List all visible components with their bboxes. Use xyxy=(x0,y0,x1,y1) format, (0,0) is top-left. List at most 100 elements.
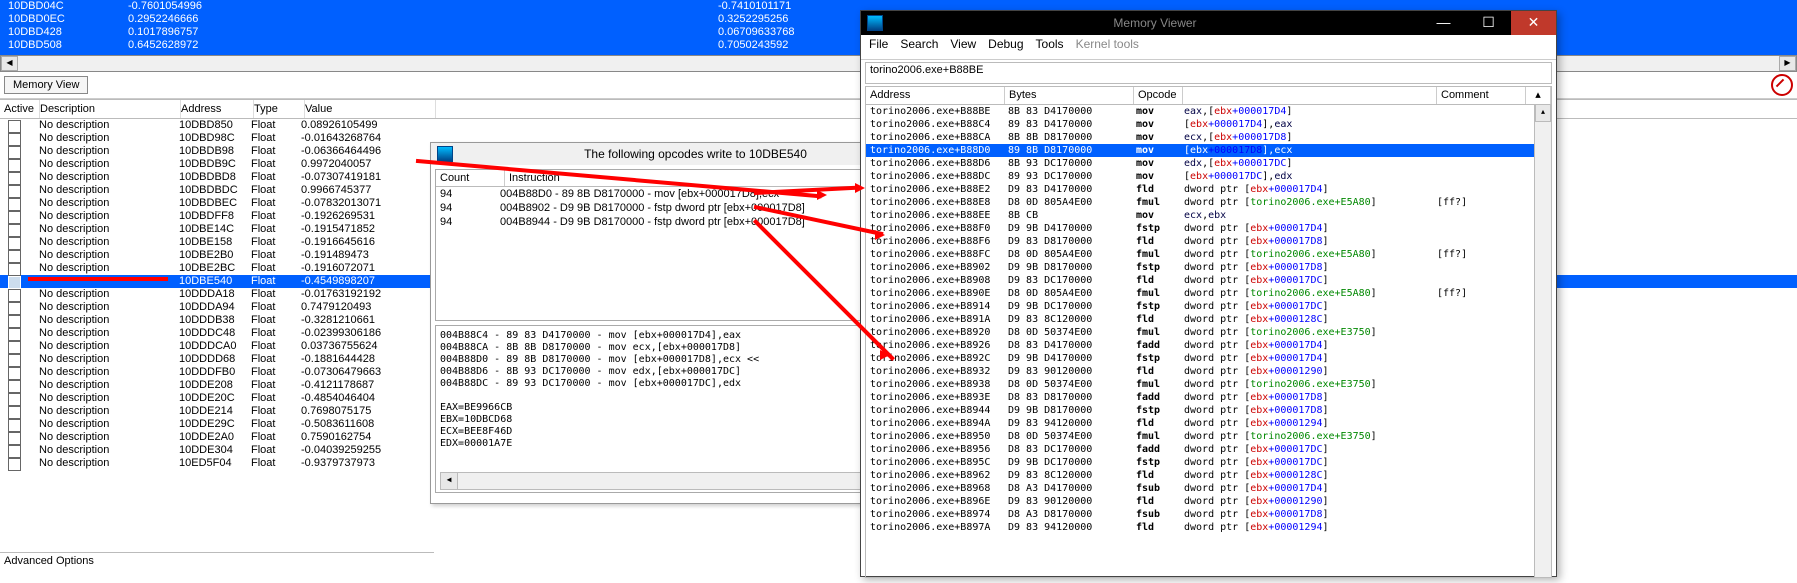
row-type[interactable]: Float xyxy=(251,288,301,301)
menu-item[interactable]: Debug xyxy=(988,37,1023,57)
disasm-row[interactable]: torino2006.exe+B88E2D9 83 D4170000flddwo… xyxy=(866,183,1551,196)
row-type[interactable]: Float xyxy=(251,405,301,418)
maximize-button[interactable]: ☐ xyxy=(1466,11,1511,35)
row-value[interactable]: -0.1916072071 xyxy=(301,262,431,275)
row-address[interactable]: 10DDDD68 xyxy=(179,353,251,366)
disasm-row[interactable]: torino2006.exe+B8968D8 A3 D4170000fsubdw… xyxy=(866,482,1551,495)
row-type[interactable]: Float xyxy=(251,119,301,132)
menu-item[interactable]: Tools xyxy=(1036,37,1064,57)
row-address[interactable]: 10DDE20C xyxy=(179,392,251,405)
row-address[interactable]: 10DDE29C xyxy=(179,418,251,431)
row-type[interactable]: Float xyxy=(251,184,301,197)
disasm-row[interactable]: torino2006.exe+B88DC89 93 DC170000mov[eb… xyxy=(866,170,1551,183)
row-address[interactable]: 10DDE208 xyxy=(179,379,251,392)
disasm-row[interactable]: torino2006.exe+B896ED9 83 90120000flddwo… xyxy=(866,495,1551,508)
row-address[interactable]: 10DBE158 xyxy=(179,236,251,249)
row-type[interactable]: Float xyxy=(251,457,301,470)
row-value[interactable]: -0.1915471852 xyxy=(301,223,431,236)
disasm-row[interactable]: torino2006.exe+B88FCD8 0D 805A4E00fmuldw… xyxy=(866,248,1551,261)
row-value[interactable]: -0.07307419181 xyxy=(301,171,431,184)
disasm-row[interactable]: torino2006.exe+B8950D8 0D 50374E00fmuldw… xyxy=(866,430,1551,443)
row-description[interactable]: No description xyxy=(39,197,179,210)
disasm-row[interactable]: torino2006.exe+B8944D9 9B D8170000fstpdw… xyxy=(866,404,1551,417)
memory-view-button[interactable]: Memory View xyxy=(4,76,88,94)
row-type[interactable]: Float xyxy=(251,418,301,431)
row-address[interactable]: 10ED5F04 xyxy=(179,457,251,470)
row-address[interactable]: 10DDDA18 xyxy=(179,288,251,301)
disasm-row[interactable]: torino2006.exe+B88EE8B CBmovecx,ebx xyxy=(866,209,1551,222)
mv-col-opcode[interactable]: Opcode xyxy=(1134,87,1183,104)
disasm-row[interactable]: torino2006.exe+B8920D8 0D 50374E00fmuldw… xyxy=(866,326,1551,339)
row-description[interactable]: No description xyxy=(39,340,179,353)
row-value[interactable]: -0.4121178687 xyxy=(301,379,431,392)
row-value[interactable]: -0.07306479663 xyxy=(301,366,431,379)
row-description[interactable]: No description xyxy=(39,145,179,158)
disasm-row[interactable]: torino2006.exe+B88CA8B 8B D8170000movecx… xyxy=(866,131,1551,144)
row-description[interactable]: No description xyxy=(39,353,179,366)
row-type[interactable]: Float xyxy=(251,314,301,327)
row-address[interactable]: 10DDE214 xyxy=(179,405,251,418)
disasm-row[interactable]: torino2006.exe+B88E8D8 0D 805A4E00fmuldw… xyxy=(866,196,1551,209)
disasm-row[interactable]: torino2006.exe+B88BE8B 83 D4170000moveax… xyxy=(866,105,1551,118)
disasm-row[interactable]: torino2006.exe+B895CD9 9B DC170000fstpdw… xyxy=(866,456,1551,469)
disasm-row[interactable]: torino2006.exe+B88F6D9 83 D8170000flddwo… xyxy=(866,235,1551,248)
disasm-row[interactable]: torino2006.exe+B8962D9 83 8C120000flddwo… xyxy=(866,469,1551,482)
row-type[interactable]: Float xyxy=(251,301,301,314)
row-value[interactable]: -0.02399306186 xyxy=(301,327,431,340)
row-description[interactable]: No description xyxy=(39,418,179,431)
disasm-row[interactable]: torino2006.exe+B894AD9 83 94120000flddwo… xyxy=(866,417,1551,430)
row-value[interactable]: -0.1926269531 xyxy=(301,210,431,223)
row-value[interactable]: -0.5083611608 xyxy=(301,418,431,431)
row-value[interactable]: -0.01643268764 xyxy=(301,132,431,145)
row-address[interactable]: 10DDE2A0 xyxy=(179,431,251,444)
mv-disassembly[interactable]: Address Bytes Opcode Comment ▴ torino200… xyxy=(865,86,1552,578)
col-active[interactable]: Active xyxy=(0,100,40,118)
row-value[interactable]: -0.06366464496 xyxy=(301,145,431,158)
menu-item[interactable]: File xyxy=(869,37,888,57)
col-type[interactable]: Type xyxy=(254,100,305,118)
row-description[interactable]: No description xyxy=(39,405,179,418)
row-description[interactable]: No description xyxy=(39,379,179,392)
close-button[interactable]: ✕ xyxy=(1511,11,1556,35)
row-type[interactable]: Float xyxy=(251,353,301,366)
mv-vscroll[interactable]: ▴ xyxy=(1534,104,1551,577)
row-value[interactable]: 0.7590162754 xyxy=(301,431,431,444)
row-type[interactable]: Float xyxy=(251,444,301,457)
mv-scroll-up-icon[interactable]: ▴ xyxy=(1526,87,1551,104)
row-type[interactable]: Float xyxy=(251,262,301,275)
menu-item[interactable]: View xyxy=(950,37,976,57)
row-description[interactable]: No description xyxy=(39,210,179,223)
row-description[interactable]: No description xyxy=(39,223,179,236)
row-address[interactable]: 10DBDB9C xyxy=(179,158,251,171)
row-type[interactable]: Float xyxy=(251,327,301,340)
row-description[interactable]: No description xyxy=(39,119,179,132)
minimize-button[interactable]: — xyxy=(1421,11,1466,35)
row-description[interactable]: No description xyxy=(39,457,179,470)
row-description[interactable]: No description xyxy=(39,366,179,379)
menu-item[interactable]: Kernel tools xyxy=(1076,37,1139,57)
row-description[interactable]: No description xyxy=(39,262,179,275)
row-value[interactable]: -0.1916645616 xyxy=(301,236,431,249)
row-description[interactable]: No description xyxy=(39,431,179,444)
row-type[interactable]: Float xyxy=(251,145,301,158)
row-address[interactable]: 10DBE2BC xyxy=(179,262,251,275)
disable-icon[interactable] xyxy=(1771,74,1793,96)
row-description[interactable]: No description xyxy=(39,392,179,405)
row-type[interactable]: Float xyxy=(251,171,301,184)
disasm-row[interactable]: torino2006.exe+B893ED8 83 D8170000fadddw… xyxy=(866,391,1551,404)
disasm-row[interactable]: torino2006.exe+B891AD9 83 8C120000flddwo… xyxy=(866,313,1551,326)
mv-col-operands[interactable] xyxy=(1183,87,1437,104)
row-type[interactable]: Float xyxy=(251,158,301,171)
row-value[interactable]: -0.3281210661 xyxy=(301,314,431,327)
row-value[interactable]: -0.191489473 xyxy=(301,249,431,262)
row-address[interactable]: 10DBE14C xyxy=(179,223,251,236)
disasm-row[interactable]: torino2006.exe+B890ED8 0D 805A4E00fmuldw… xyxy=(866,287,1551,300)
scroll-left-arrow[interactable]: ◀ xyxy=(1,56,18,71)
opcode-detail[interactable]: 004B88C4 - 89 83 D4170000 - mov [ebx+000… xyxy=(435,325,932,493)
row-description[interactable]: No description xyxy=(39,301,179,314)
col-description[interactable]: Description xyxy=(40,100,181,118)
active-checkbox[interactable] xyxy=(8,458,21,471)
mv-menubar[interactable]: FileSearchViewDebugToolsKernel tools xyxy=(861,35,1556,60)
row-value[interactable]: -0.9379737973 xyxy=(301,457,431,470)
col-count[interactable]: Count xyxy=(436,170,505,186)
